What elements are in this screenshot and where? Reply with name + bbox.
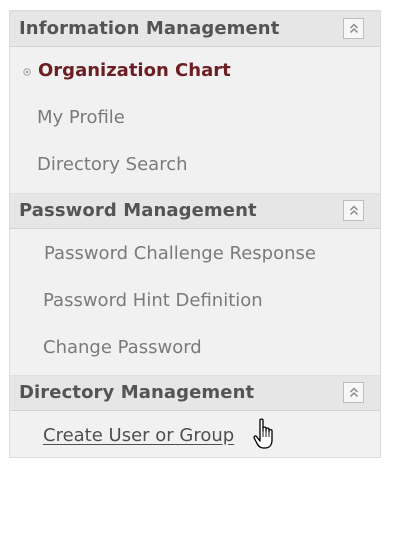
nav-item-directory-search[interactable]: Directory Search [10,142,380,190]
section-header-password-management: Password Management [10,193,380,229]
navigation-panel: Information Management Organization Char… [9,10,381,458]
collapse-information-management-button[interactable] [343,18,364,39]
nav-item-label: Organization Chart [38,60,231,81]
nav-item-label: Create User or Group [43,425,235,446]
section-header-directory-management: Directory Management [10,375,380,411]
section-title: Directory Management [19,382,255,403]
nav-item-my-profile[interactable]: My Profile [10,95,380,143]
hand-pointer-icon [253,418,273,449]
nav-item-create-user-or-group[interactable]: Create User or Group [10,413,380,461]
nav-item-label: My Profile [37,107,125,128]
collapse-password-management-button[interactable] [343,200,364,221]
section-title: Password Management [19,200,257,221]
section-title: Information Management [19,18,280,39]
nav-item-change-password[interactable]: Change Password [10,325,380,373]
nav-item-organization-chart[interactable]: Organization Chart [10,48,380,96]
radio-dot-icon [23,68,31,76]
collapse-directory-management-button[interactable] [343,382,364,403]
double-chevron-up-icon [349,23,359,34]
nav-item-label: Directory Search [37,154,188,175]
nav-item-password-challenge-response[interactable]: Password Challenge Response [10,231,380,279]
nav-item-password-hint-definition[interactable]: Password Hint Definition [10,278,380,326]
double-chevron-up-icon [349,387,359,398]
nav-item-label: Password Hint Definition [43,290,263,311]
double-chevron-up-icon [349,205,359,216]
nav-item-label: Change Password [43,337,202,358]
nav-item-label: Password Challenge Response [44,243,316,264]
section-header-information-management: Information Management [10,11,380,47]
